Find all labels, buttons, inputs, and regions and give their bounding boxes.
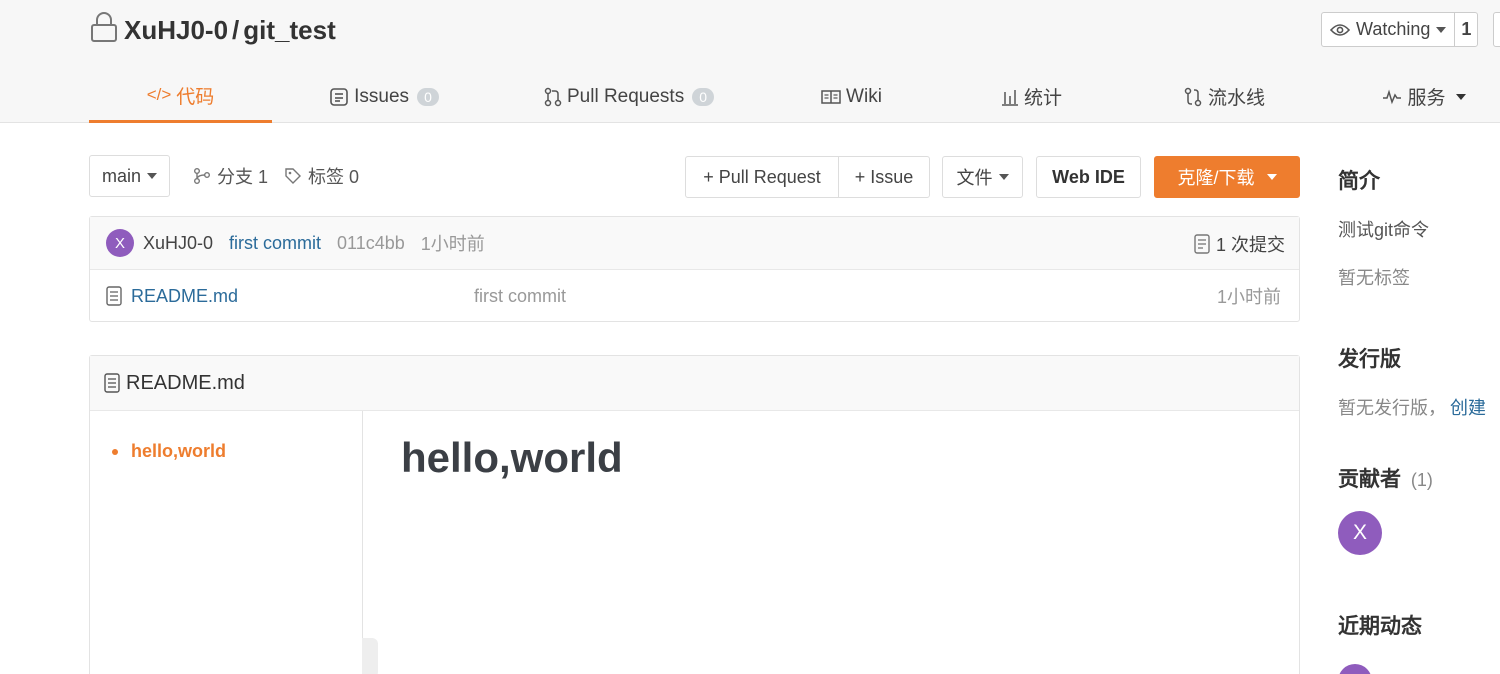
toc-collapse-handle[interactable] [362, 638, 378, 674]
chevron-down-icon [998, 174, 1009, 180]
tab-label: 流水线 [1207, 88, 1265, 109]
repo-tabs: </> 代码 Issues 0 Pull Requests 0 Wiki 统计 … [89, 70, 1500, 123]
web-ide-button[interactable]: Web IDE [1036, 156, 1141, 198]
chevron-down-icon [1436, 26, 1447, 33]
tab-issues[interactable]: Issues 0 [319, 70, 449, 123]
release-info: 暂无发行版， 创建 [1338, 394, 1486, 420]
tab-label: Issues [354, 85, 410, 107]
tab-label: Wiki [846, 85, 882, 107]
readme-filename: README.md [126, 371, 245, 394]
tags-link[interactable]: 标签 0 [284, 155, 359, 197]
commit-total: 1 次提交 [1215, 234, 1285, 255]
tab-label: 统计 [1023, 88, 1062, 109]
no-release-text: 暂无发行版， [1338, 398, 1446, 418]
release-title: 发行版 [1338, 348, 1401, 371]
latest-commit-panel: X XuHJ0-0 first commit 011c4bb 1小时前 1 次提… [89, 216, 1300, 322]
tab-pull-requests[interactable]: Pull Requests 0 [534, 70, 724, 123]
book-icon [821, 89, 846, 105]
readme-panel: README.md hello,world hello,world [89, 355, 1300, 674]
clone-download-button[interactable]: 克隆/下载 [1154, 156, 1300, 198]
tab-label: 服务 [1407, 88, 1446, 109]
contributors-count: (1) [1410, 470, 1433, 490]
branches-count: 分支 1 [217, 167, 269, 187]
tab-services[interactable]: 服务 [1369, 70, 1479, 123]
intro-text: 测试git命令 [1338, 220, 1430, 240]
file-commit-message[interactable]: first commit [474, 286, 566, 307]
clone-label: 克隆/下载 [1177, 168, 1255, 188]
repo-name-link[interactable]: git_test [243, 15, 335, 46]
file-icon [104, 373, 120, 393]
watch-count[interactable]: 1 [1455, 13, 1477, 46]
issues-icon [329, 87, 354, 107]
watch-toggle[interactable]: Watching [1322, 13, 1456, 46]
document-icon [1194, 233, 1210, 254]
tab-wiki[interactable]: Wiki [804, 70, 899, 123]
avatar[interactable]: X [106, 229, 134, 257]
pulse-icon [1382, 89, 1407, 105]
table-row[interactable]: README.md first commit 1小时前 [90, 270, 1299, 322]
bullet-icon [112, 448, 118, 455]
commit-author[interactable]: XuHJ0-0 [143, 233, 213, 254]
file-icon [106, 286, 122, 306]
activity-title: 近期动态 [1338, 615, 1422, 638]
readme-toc: hello,world [90, 411, 363, 674]
commit-time: 1小时前 [420, 234, 485, 254]
commit-header: X XuHJ0-0 first commit 011c4bb 1小时前 1 次提… [90, 217, 1299, 270]
branch-selector[interactable]: main [89, 155, 171, 197]
repo-header: XuHJ0-0 / git_test Watching 1 </> 代码 Iss… [0, 0, 1500, 123]
file-menu-button[interactable]: 文件 [942, 156, 1023, 198]
no-tags-text: 暂无标签 [1338, 268, 1410, 288]
branch-icon [193, 167, 211, 185]
tab-label: 代码 [176, 86, 215, 108]
file-name-link[interactable]: README.md [131, 286, 238, 307]
create-release-link[interactable]: 创建 [1450, 398, 1486, 418]
tab-pipeline[interactable]: 流水线 [1169, 70, 1279, 123]
readme-heading: hello,world [401, 434, 623, 481]
tab-stats[interactable]: 统计 [984, 70, 1079, 123]
commit-message[interactable]: first commit [229, 233, 321, 254]
chevron-down-icon [1266, 174, 1277, 180]
repo-owner-link[interactable]: XuHJ0-0 [124, 15, 228, 46]
tab-code[interactable]: </> 代码 [89, 70, 272, 123]
toc-item[interactable]: hello,world [112, 441, 226, 462]
commit-hash[interactable]: 011c4bb [337, 233, 405, 254]
readme-header: README.md [90, 356, 1299, 411]
new-pull-request-button[interactable]: + Pull Request [685, 156, 839, 198]
contributors-label: 贡献者 [1338, 468, 1401, 491]
toc-item-label: hello,world [131, 441, 227, 461]
pipeline-icon [1183, 87, 1208, 107]
lock-icon [90, 12, 124, 49]
eye-icon [1330, 23, 1350, 37]
code-icon: </> [146, 85, 172, 104]
file-commit-time: 1小时前 [1216, 287, 1281, 307]
pull-request-icon [544, 87, 567, 107]
issues-count-badge: 0 [417, 87, 439, 106]
repo-separator: / [232, 15, 240, 45]
commit-count-link[interactable]: 1 次提交 [1194, 217, 1285, 270]
contributors-title: 贡献者 (1) [1338, 463, 1433, 493]
chevron-down-icon [1455, 93, 1466, 100]
watch-button[interactable]: Watching 1 [1321, 12, 1479, 47]
avatar[interactable] [1338, 664, 1372, 674]
tab-label: Pull Requests [566, 85, 685, 107]
bar-chart-icon [1001, 88, 1024, 106]
tag-icon [284, 167, 302, 185]
avatar[interactable]: X [1338, 511, 1382, 555]
pr-count-badge: 0 [692, 87, 715, 106]
chevron-down-icon [147, 173, 158, 179]
branches-link[interactable]: 分支 1 [193, 155, 268, 197]
new-issue-button[interactable]: + Issue [838, 156, 930, 198]
branch-name: main [102, 165, 142, 186]
intro-title: 简介 [1338, 170, 1380, 193]
repo-title: XuHJ0-0 / git_test [90, 12, 336, 49]
star-button[interactable] [1493, 12, 1500, 47]
tags-count: 标签 0 [308, 167, 360, 187]
file-label: 文件 [956, 168, 993, 188]
watch-label: Watching [1356, 19, 1431, 39]
